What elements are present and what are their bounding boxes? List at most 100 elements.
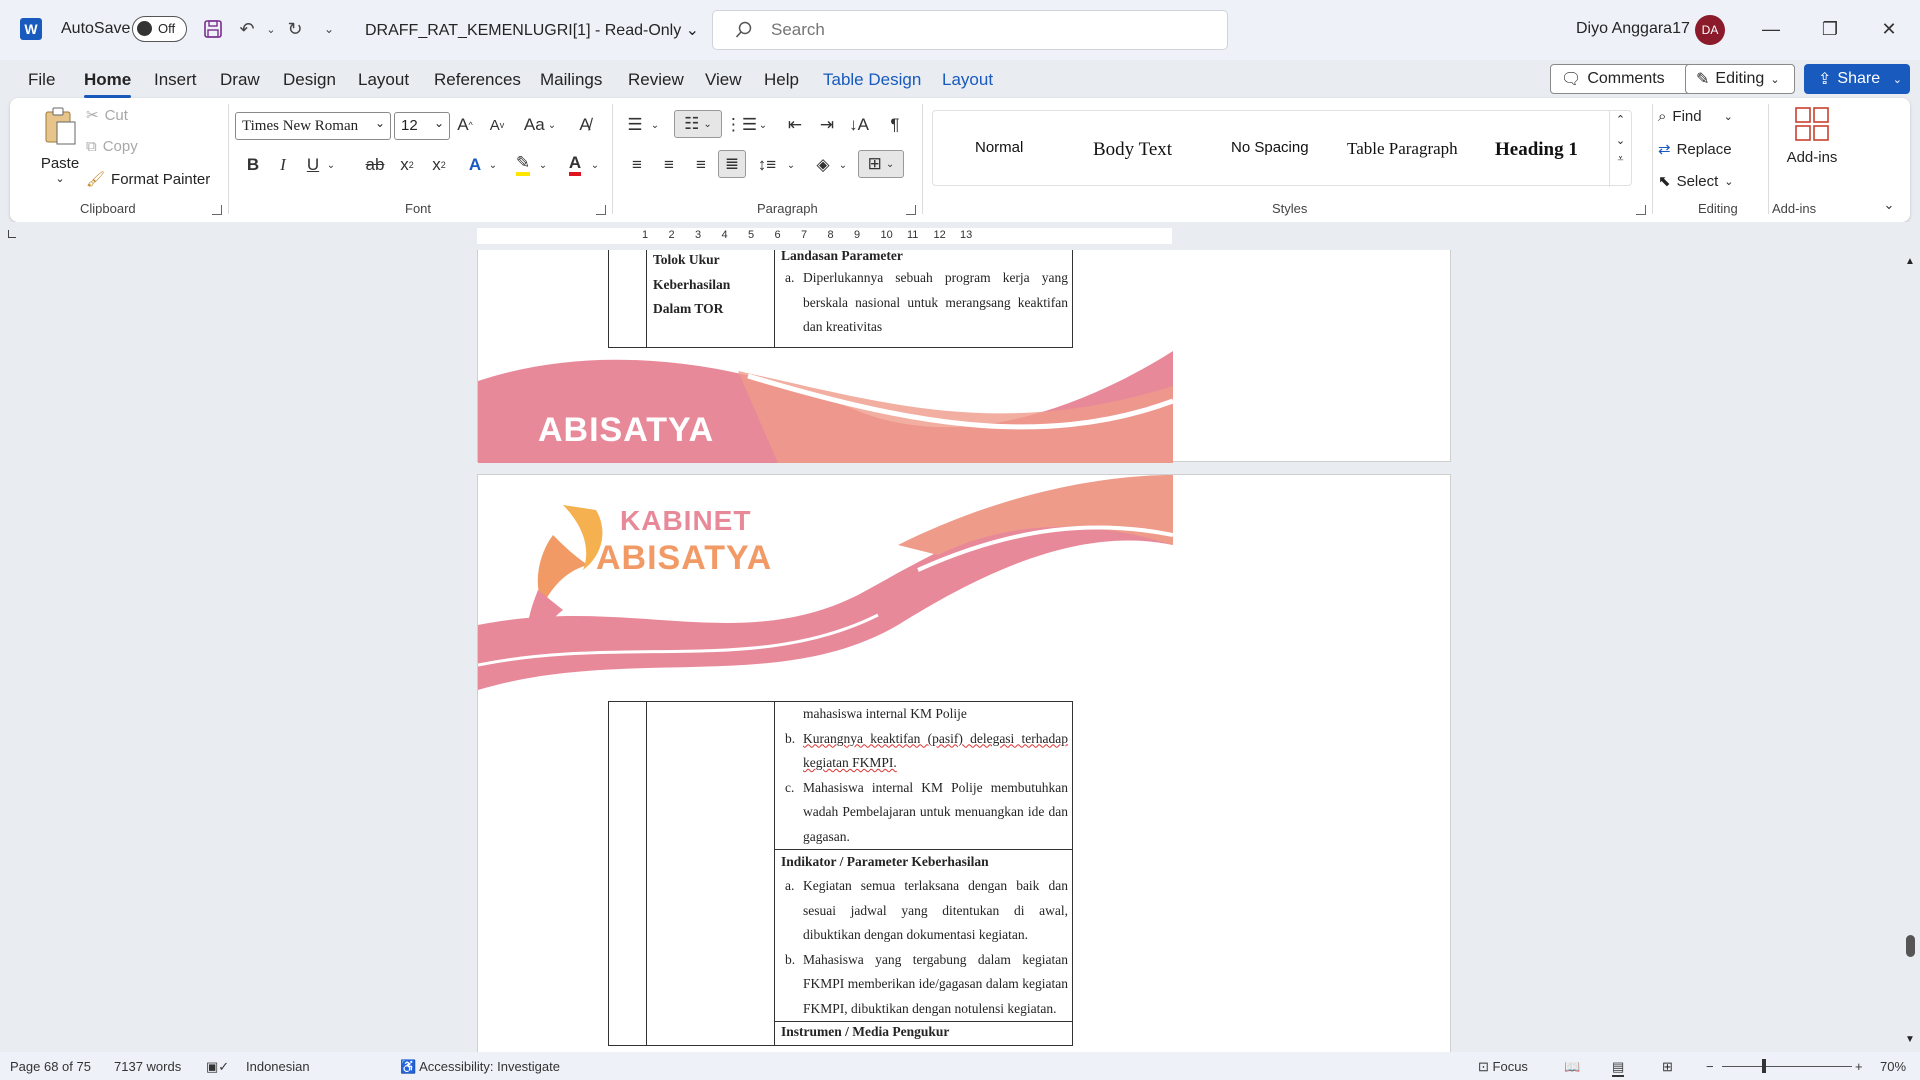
restore-icon[interactable]: ❐ [1815, 14, 1845, 44]
scroll-up-icon[interactable]: ▲ [1905, 256, 1915, 267]
sort-icon[interactable]: ↓A [846, 112, 872, 138]
search-input[interactable] [771, 20, 1171, 40]
copy-button[interactable]: ⧉ Copy [86, 138, 138, 155]
tab-table-design[interactable]: Table Design [823, 70, 921, 90]
close-icon[interactable]: ✕ [1874, 14, 1904, 44]
style-normal[interactable]: Normal [975, 139, 1023, 156]
line-spacing-icon[interactable]: ↕≡ [754, 152, 780, 178]
align-left-icon[interactable]: ≡ [624, 152, 650, 178]
justify-icon[interactable]: ≣ [718, 150, 746, 178]
bold-icon[interactable]: B [240, 152, 266, 178]
word-count[interactable]: 7137 words [114, 1059, 181, 1074]
tab-selector-icon[interactable] [8, 230, 16, 238]
scroll-down-icon[interactable]: ▼ [1905, 1034, 1915, 1045]
style-body-text[interactable]: Body Text [1093, 139, 1172, 161]
zoom-slider-thumb[interactable] [1762, 1059, 1766, 1073]
vertical-scrollbar[interactable]: ▲ ▼ [1900, 250, 1920, 1052]
align-center-icon[interactable]: ≡ [656, 152, 682, 178]
show-formatting-marks-icon[interactable]: ¶ [882, 112, 908, 138]
numbering-icon[interactable]: ☷ ⌄ [674, 110, 722, 138]
tab-design[interactable]: Design [283, 70, 336, 90]
customize-toolbar-icon[interactable]: ⌄ [316, 16, 342, 42]
comments-button[interactable]: 🗨 Comments [1550, 64, 1702, 94]
tab-insert[interactable]: Insert [154, 70, 197, 90]
increase-indent-icon[interactable]: ⇥ [814, 112, 840, 138]
proofing-icon[interactable]: ▣✓ [206, 1059, 229, 1075]
shading-dropdown-icon[interactable]: ⌄ [830, 152, 856, 178]
print-layout-icon[interactable]: ▤ [1612, 1059, 1625, 1077]
tab-home[interactable]: Home [84, 70, 132, 98]
align-right-icon[interactable]: ≡ [688, 152, 714, 178]
grow-font-icon[interactable]: A ^ [452, 112, 478, 138]
read-mode-icon[interactable]: 📖 [1564, 1059, 1580, 1075]
editing-mode-button[interactable]: ✎ Editing ⌄ [1685, 64, 1795, 94]
tab-table-layout[interactable]: Layout [942, 70, 993, 90]
tab-mailings[interactable]: Mailings [540, 70, 602, 90]
underline-dropdown-icon[interactable]: ⌄ [318, 152, 344, 178]
language[interactable]: Indonesian [246, 1059, 310, 1074]
style-table-paragraph[interactable]: Table Paragraph [1347, 139, 1458, 159]
italic-icon[interactable]: I [270, 152, 296, 178]
tab-file[interactable]: File [28, 70, 55, 90]
font-size-combo[interactable]: 12 ⌄ [394, 112, 450, 140]
zoom-in-icon[interactable]: + [1855, 1059, 1863, 1074]
avatar[interactable]: DA [1695, 15, 1725, 45]
font-launcher-icon[interactable] [596, 205, 606, 215]
find-button[interactable]: ⌕ Find ⌄ [1658, 108, 1733, 125]
share-button[interactable]: ⇪ Share ⌄ [1804, 64, 1910, 94]
tab-review[interactable]: Review [628, 70, 684, 90]
strikethrough-icon[interactable]: ab [362, 152, 388, 178]
clipboard-launcher-icon[interactable] [212, 205, 222, 215]
paste-button[interactable]: Paste ⌄ [30, 104, 90, 194]
tab-view[interactable]: View [705, 70, 742, 90]
undo-icon[interactable]: ↶ [234, 16, 260, 42]
select-button[interactable]: ⬉ Select ⌄ [1658, 172, 1734, 191]
page-count[interactable]: Page 68 of 75 [10, 1059, 91, 1074]
zoom-slider[interactable] [1722, 1059, 1852, 1073]
zoom-out-icon[interactable]: − [1706, 1059, 1714, 1074]
autosave-toggle[interactable]: Off [132, 16, 187, 42]
accessibility-status[interactable]: ♿ Accessibility: Investigate [400, 1059, 560, 1075]
scroll-thumb[interactable] [1906, 935, 1915, 957]
horizontal-ruler[interactable]: 1 2 3 4 5 6 7 8 9 10 11 12 13 [477, 228, 1172, 244]
clear-formatting-icon[interactable]: A̸ [572, 112, 598, 138]
style-heading-1[interactable]: Heading 1 [1495, 139, 1578, 161]
styles-scroll[interactable]: ⌃ ⌄ ⩡ [1609, 111, 1631, 187]
text-effects-dropdown-icon[interactable]: ⌄ [480, 152, 506, 178]
style-no-spacing[interactable]: No Spacing [1231, 139, 1309, 156]
user-name[interactable]: Diyo Anggara17 [1576, 20, 1690, 38]
web-layout-icon[interactable]: ⊞ [1662, 1059, 1673, 1075]
scroll-down-icon[interactable]: ⌄ [1610, 134, 1631, 147]
change-case-button[interactable]: Aa ⌄ [520, 112, 560, 138]
minimize-icon[interactable]: — [1756, 14, 1786, 44]
paste-dropdown-icon[interactable]: ⌄ [30, 172, 90, 185]
paragraph-launcher-icon[interactable] [906, 205, 916, 215]
tab-help[interactable]: Help [764, 70, 799, 90]
focus-button[interactable]: ⊡ Focus [1478, 1059, 1528, 1075]
collapse-ribbon-icon[interactable]: ⌄ [1876, 192, 1902, 218]
format-painter-button[interactable]: 🖌 Format Painter [86, 170, 210, 189]
cut-button[interactable]: ✂ Cut [86, 106, 128, 125]
addins-button[interactable]: Add-ins [1772, 106, 1852, 166]
font-family-combo[interactable]: Times New Roman ⌄ [235, 112, 391, 140]
font-color-dropdown-icon[interactable]: ⌄ [582, 152, 608, 178]
superscript-icon[interactable]: x2 [426, 152, 452, 178]
zoom-level[interactable]: 70% [1880, 1059, 1906, 1074]
borders-icon[interactable]: ⊞ ⌄ [858, 150, 904, 178]
search-box[interactable] [712, 10, 1228, 50]
replace-button[interactable]: ⇄ Replace [1658, 140, 1732, 159]
save-icon[interactable] [200, 16, 226, 42]
multilevel-dropdown-icon[interactable]: ⌄ [750, 112, 776, 138]
tab-layout[interactable]: Layout [358, 70, 409, 90]
document-title[interactable]: DRAFF_RAT_KEMENLUGRI[1] - Read-Only ⌄ [365, 20, 699, 40]
subscript-icon[interactable]: x2 [394, 152, 420, 178]
tab-references[interactable]: References [434, 70, 521, 90]
styles-launcher-icon[interactable] [1636, 205, 1646, 215]
undo-dropdown-icon[interactable]: ⌄ [258, 16, 284, 42]
scroll-up-icon[interactable]: ⌃ [1610, 113, 1631, 126]
styles-more-icon[interactable]: ⩡ [1610, 153, 1631, 166]
bullets-dropdown-icon[interactable]: ⌄ [642, 112, 668, 138]
line-spacing-dropdown-icon[interactable]: ⌄ [778, 152, 804, 178]
shrink-font-icon[interactable]: Av [484, 112, 510, 138]
tab-draw[interactable]: Draw [220, 70, 260, 90]
